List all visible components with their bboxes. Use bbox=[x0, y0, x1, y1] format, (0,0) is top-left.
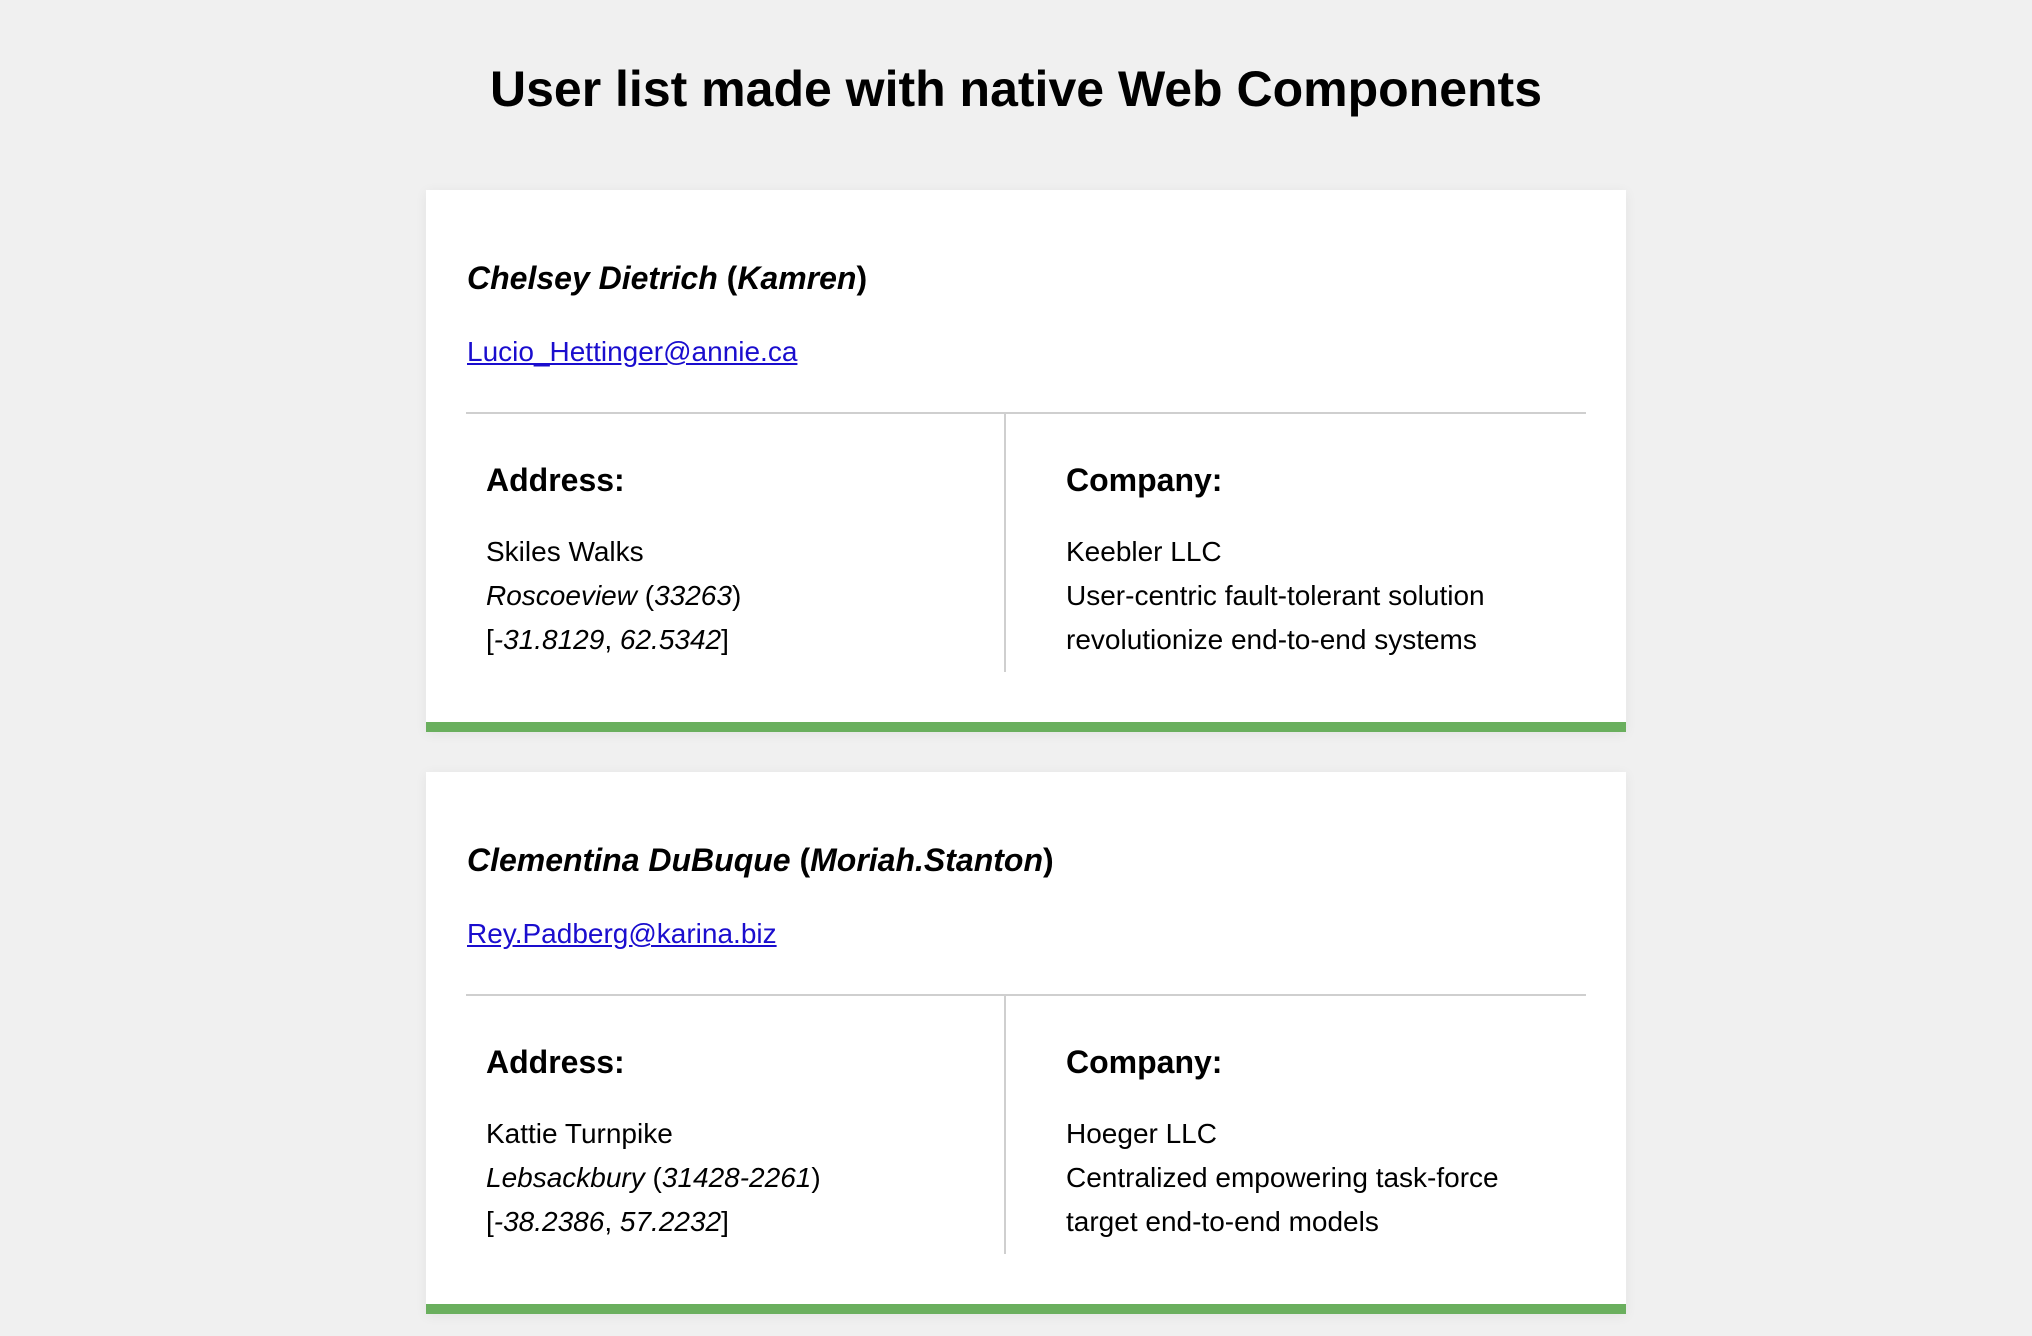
card-accent-bar bbox=[426, 722, 1626, 732]
user-name-line: Chelsey Dietrich (Kamren) bbox=[467, 260, 868, 296]
card-accent-bar bbox=[426, 1304, 1626, 1314]
address-city-line: Roscoeview (33263) bbox=[486, 580, 742, 611]
horizontal-divider bbox=[466, 994, 1586, 996]
address-city-line: Lebsackbury (31428-2261) bbox=[486, 1162, 821, 1193]
company-heading: Company: bbox=[1066, 1044, 1223, 1080]
address-section: Address: Skiles Walks Roscoeview (33263)… bbox=[486, 460, 741, 662]
address-section: Address: Kattie Turnpike Lebsackbury (31… bbox=[486, 1042, 821, 1244]
user-username: Moriah.Stanton bbox=[810, 842, 1043, 878]
company-name: Keebler LLC bbox=[1066, 536, 1222, 567]
company-name: Hoeger LLC bbox=[1066, 1118, 1217, 1149]
address-lng: 62.5342 bbox=[619, 624, 722, 655]
address-geo-line: [-38.2386, 57.2232] bbox=[486, 1206, 729, 1237]
user-card: Clementina DuBuque (Moriah.Stanton) Rey.… bbox=[426, 772, 1626, 1314]
company-catchphrase: User-centric fault-tolerant solution bbox=[1066, 580, 1485, 611]
vertical-divider bbox=[1004, 414, 1006, 672]
address-lat: -31.8129 bbox=[493, 624, 605, 655]
company-catchphrase: Centralized empowering task-force bbox=[1066, 1162, 1499, 1193]
page-title: User list made with native Web Component… bbox=[489, 61, 1543, 117]
user-card: Chelsey Dietrich (Kamren) Lucio_Hettinge… bbox=[426, 190, 1626, 732]
address-geo-line: [-31.8129, 62.5342] bbox=[486, 624, 729, 655]
company-section: Company: Keebler LLC User-centric fault-… bbox=[1066, 460, 1485, 662]
user-email-link[interactable]: Rey.Padberg@karina.biz bbox=[467, 914, 777, 954]
address-lng: 57.2232 bbox=[619, 1206, 722, 1237]
address-heading: Address: bbox=[486, 1044, 625, 1080]
address-zipcode: 33263 bbox=[654, 580, 732, 611]
company-bs: target end-to-end models bbox=[1066, 1206, 1379, 1237]
company-section: Company: Hoeger LLC Centralized empoweri… bbox=[1066, 1042, 1499, 1244]
user-username: Kamren bbox=[737, 260, 857, 296]
address-zipcode: 31428-2261 bbox=[661, 1162, 812, 1193]
user-name: Chelsey Dietrich bbox=[467, 260, 718, 296]
horizontal-divider bbox=[466, 412, 1586, 414]
user-name: Clementina DuBuque bbox=[467, 842, 791, 878]
company-heading: Company: bbox=[1066, 462, 1223, 498]
address-city: Lebsackbury bbox=[486, 1162, 645, 1193]
address-street: Kattie Turnpike bbox=[486, 1118, 673, 1149]
company-bs: revolutionize end-to-end systems bbox=[1066, 624, 1477, 655]
address-lat: -38.2386 bbox=[493, 1206, 605, 1237]
address-city: Roscoeview bbox=[486, 580, 637, 611]
address-heading: Address: bbox=[486, 462, 625, 498]
user-email-link[interactable]: Lucio_Hettinger@annie.ca bbox=[467, 332, 797, 372]
user-name-line: Clementina DuBuque (Moriah.Stanton) bbox=[467, 842, 1054, 878]
vertical-divider bbox=[1004, 996, 1006, 1254]
address-street: Skiles Walks bbox=[486, 536, 644, 567]
